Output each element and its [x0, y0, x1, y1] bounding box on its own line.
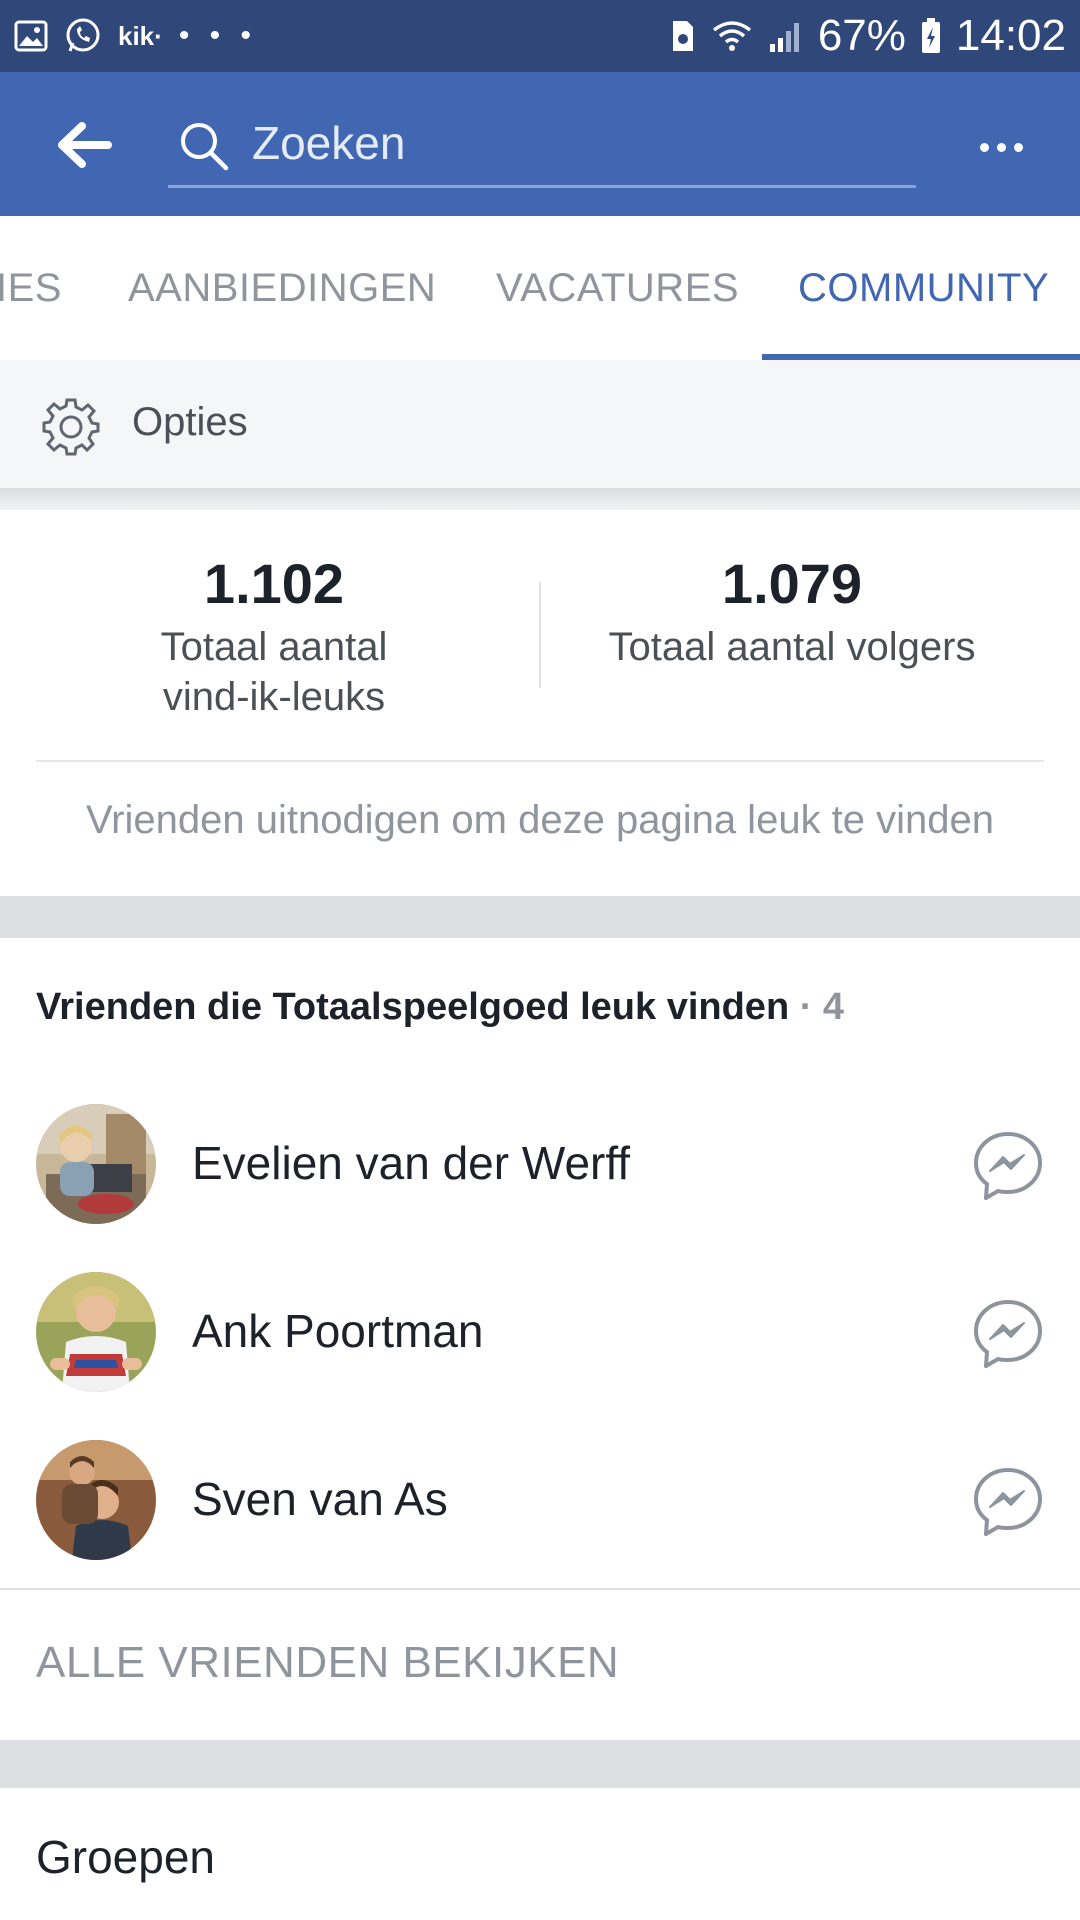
- search-icon: [181, 123, 229, 171]
- kik-icon: kik·: [118, 20, 163, 51]
- gear-icon: [42, 398, 100, 456]
- followers-label: Totaal aantal volgers: [608, 625, 976, 669]
- options-row[interactable]: Opties: [0, 360, 1080, 490]
- wifi-icon: [712, 21, 751, 51]
- search-placeholder: Zoeken: [252, 117, 406, 169]
- friends-count: · 4: [799, 986, 845, 1028]
- section-gap: [0, 1740, 1080, 1788]
- avatar[interactable]: [36, 1440, 156, 1560]
- battery-percent: 67%: [817, 11, 906, 60]
- tab-community[interactable]: COMMUNITY: [798, 216, 1049, 360]
- likes-label-line2: vind-ik-leuks: [162, 675, 386, 719]
- whatsapp-icon: [66, 18, 100, 52]
- friend-row[interactable]: Evelien van der Werff: [0, 1082, 1080, 1242]
- messenger-icon[interactable]: [970, 1128, 1046, 1204]
- status-bar: kik· • • • 67% 14:02: [0, 0, 1080, 72]
- friends-title-text: Vrienden die Totaalspeelgoed leuk vinden: [36, 986, 790, 1028]
- back-arrow-icon[interactable]: [50, 110, 120, 180]
- avatar[interactable]: [36, 1272, 156, 1392]
- search-header: Zoeken: [0, 72, 1080, 216]
- options-label: Opties: [132, 400, 248, 444]
- signal-icon: [769, 23, 799, 52]
- likes-count: 1.102: [203, 552, 345, 615]
- messenger-icon[interactable]: [970, 1464, 1046, 1540]
- clock: 14:02: [955, 11, 1066, 60]
- battery-icon: [921, 18, 940, 53]
- search-input[interactable]: Zoeken: [168, 102, 916, 188]
- sim-icon: [672, 21, 693, 51]
- tab-bar: IES AANBIEDINGEN VACATURES COMMUNITY: [0, 216, 1080, 360]
- likes-stat: 1.102 Totaal aantal vind-ik-leuks: [14, 550, 534, 722]
- invite-friends-link[interactable]: Vrienden uitnodigen om deze pagina leuk …: [0, 798, 1080, 843]
- avatar[interactable]: [36, 1104, 156, 1224]
- gallery-icon: [14, 20, 48, 52]
- groups-title[interactable]: Groepen: [36, 1830, 215, 1884]
- stats-separator: [36, 760, 1044, 762]
- tab-partial[interactable]: IES: [0, 216, 62, 360]
- messenger-icon[interactable]: [970, 1296, 1046, 1372]
- tab-vacatures[interactable]: VACATURES: [496, 216, 739, 360]
- friends-separator: [0, 1588, 1080, 1590]
- friend-row[interactable]: Sven van As: [0, 1418, 1080, 1578]
- friend-row[interactable]: Ank Poortman: [0, 1250, 1080, 1410]
- friends-who-like-section: Vrienden die Totaalspeelgoed leuk vinden…: [0, 938, 1080, 1740]
- friend-name[interactable]: Sven van As: [192, 1472, 448, 1526]
- more-options-icon[interactable]: [966, 112, 1036, 182]
- divider-shadow: [0, 490, 1080, 510]
- friends-section-title: Vrienden die Totaalspeelgoed leuk vinden…: [36, 986, 844, 1029]
- friend-name[interactable]: Ank Poortman: [192, 1304, 483, 1358]
- groups-section: Groepen: [0, 1788, 1080, 1920]
- tab-aanbiedingen[interactable]: AANBIEDINGEN: [128, 216, 436, 360]
- friend-name[interactable]: Evelien van der Werff: [192, 1136, 630, 1190]
- likes-label-line1: Totaal aantal: [160, 625, 388, 669]
- see-all-friends-button[interactable]: ALLE VRIENDEN BEKIJKEN: [36, 1638, 619, 1688]
- more-notifications-icon: • • •: [178, 19, 257, 52]
- section-gap: [0, 896, 1080, 938]
- followers-stat: 1.079 Totaal aantal volgers: [532, 550, 1052, 672]
- page-stats-card: 1.102 Totaal aantal vind-ik-leuks 1.079 …: [0, 510, 1080, 896]
- followers-count: 1.079: [721, 552, 863, 615]
